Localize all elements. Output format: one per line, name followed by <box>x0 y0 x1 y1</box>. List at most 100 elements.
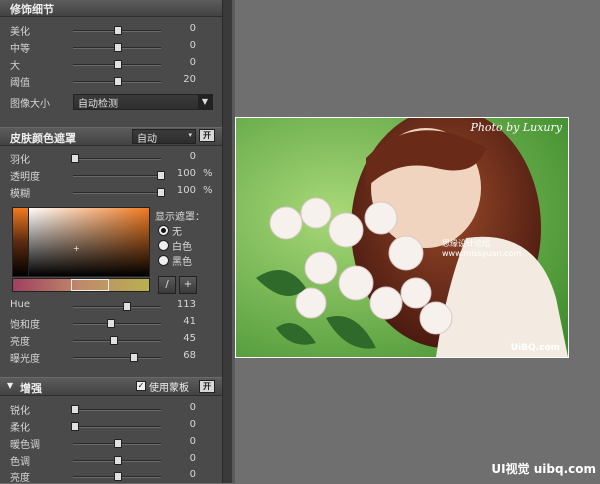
slider-thumb[interactable] <box>71 154 79 163</box>
slider-medium[interactable]: 中等 0 <box>0 39 222 55</box>
slider-brightness[interactable]: 亮度 0 <box>0 468 222 484</box>
eyedropper-icon[interactable]: / <box>158 276 176 294</box>
slider-track[interactable] <box>73 319 161 328</box>
mask-option-label: 无 <box>172 227 182 238</box>
image-size-dropdown[interactable]: 自动检测 ▼ <box>73 94 213 110</box>
slider-track[interactable] <box>73 188 165 197</box>
slider-value: 0 <box>189 151 196 162</box>
slider-blur[interactable]: 模糊 100 % <box>0 184 222 200</box>
slider-saturation[interactable]: 饱和度 41 <box>0 315 222 331</box>
slider-value: 0 <box>189 402 196 413</box>
slider-value: 0 <box>189 57 196 68</box>
slider-label: 曝光度 <box>10 354 40 365</box>
adjustment-panel: 修饰细节 美化 0 中等 0 大 0 阈值 20 图像大小 自动检测 ▼ 皮肤颜… <box>0 0 222 484</box>
slider-track[interactable] <box>73 353 161 362</box>
slider-label: 大 <box>10 61 20 72</box>
use-mask-checkbox[interactable]: ✓ <box>136 381 146 391</box>
slider-soften[interactable]: 柔化 0 <box>0 418 222 434</box>
use-mask-label: 使用蒙板 <box>149 383 189 394</box>
skin-mask-toggle[interactable]: 开 <box>199 129 215 142</box>
slider-label: 羽化 <box>10 155 30 166</box>
mask-radio-none[interactable] <box>158 225 169 236</box>
slider-value: 100 <box>176 185 196 196</box>
slider-thumb[interactable] <box>123 302 131 311</box>
portrait-image: Photo by Luxury 思缘设计论坛 www.missyuan.com … <box>236 118 568 357</box>
slider-thumb[interactable] <box>107 319 115 328</box>
slider-track[interactable] <box>71 154 161 163</box>
slider-track[interactable] <box>73 439 161 448</box>
color-picker-cursor[interactable]: + <box>73 244 80 253</box>
slider-thumb[interactable] <box>71 422 79 431</box>
chevron-down-icon: ▾ <box>188 131 192 139</box>
slider-track[interactable] <box>73 77 161 86</box>
color-field[interactable]: + <box>28 207 150 277</box>
slider-label: 亮度 <box>10 337 30 348</box>
slider-thumb[interactable] <box>114 456 122 465</box>
slider-track[interactable] <box>71 422 161 431</box>
display-mask-label: 显示遮罩： <box>155 212 205 223</box>
slider-track[interactable] <box>73 171 165 180</box>
slider-label: 阈值 <box>10 78 30 89</box>
slider-thumb[interactable] <box>71 405 79 414</box>
slider-thumb[interactable] <box>157 188 165 197</box>
slider-opacity[interactable]: 透明度 100 % <box>0 167 222 183</box>
slider-large[interactable]: 大 0 <box>0 56 222 72</box>
slider-track[interactable] <box>73 60 161 69</box>
slider-value: 113 <box>176 299 196 310</box>
slider-unit: % <box>203 185 213 196</box>
slider-track[interactable] <box>73 302 161 311</box>
slider-label: Hue <box>10 299 31 310</box>
slider-value: 0 <box>189 453 196 464</box>
slider-track[interactable] <box>71 405 161 414</box>
mask-radio-white[interactable] <box>158 240 169 251</box>
slider-label: 透明度 <box>10 172 40 183</box>
slider-sharpen[interactable]: 锐化 0 <box>0 401 222 417</box>
detail-section-title: 修饰细节 <box>10 3 54 16</box>
slider-track[interactable] <box>73 472 161 481</box>
mask-radio-black[interactable] <box>158 255 169 266</box>
slider-lightness[interactable]: 亮度 45 <box>0 332 222 348</box>
enhance-title: 增强 <box>20 382 42 395</box>
slider-value: 41 <box>183 316 196 327</box>
collapse-triangle-icon[interactable]: ▼ <box>7 381 13 390</box>
slider-hue[interactable]: Hue 113 <box>0 298 222 314</box>
slider-value: 20 <box>183 74 196 85</box>
slider-thumb[interactable] <box>114 26 122 35</box>
image-size-value: 自动检测 <box>78 99 118 110</box>
slider-label: 柔化 <box>10 423 30 434</box>
slider-thumb[interactable] <box>157 171 165 180</box>
slider-label: 亮度 <box>10 473 30 484</box>
eyedropper-add-icon[interactable]: + <box>179 276 197 294</box>
mask-option-label: 白色 <box>172 242 192 253</box>
slider-tint[interactable]: 色调 0 <box>0 452 222 468</box>
slider-track[interactable] <box>73 26 161 35</box>
slider-warmth[interactable]: 暖色调 0 <box>0 435 222 451</box>
slider-track[interactable] <box>73 336 161 345</box>
slider-threshold[interactable]: 阈值 20 <box>0 73 222 89</box>
slider-thumb[interactable] <box>110 336 118 345</box>
slider-thumb[interactable] <box>114 472 122 481</box>
slider-track[interactable] <box>73 43 161 52</box>
hue-strip[interactable] <box>12 207 29 277</box>
slider-value: 0 <box>189 436 196 447</box>
color-range-selector[interactable] <box>71 279 109 291</box>
detail-section-header[interactable]: 修饰细节 <box>0 0 222 17</box>
slider-thumb[interactable] <box>114 60 122 69</box>
slider-thumb[interactable] <box>130 353 138 362</box>
enhance-toggle[interactable]: 开 <box>199 380 215 393</box>
slider-unit: % <box>203 168 213 179</box>
photo-watermark-bottom: UiBQ.com <box>510 343 560 353</box>
skin-mode-dropdown[interactable]: 自动 ▾ <box>132 129 196 145</box>
slider-thumb[interactable] <box>114 77 122 86</box>
slider-label: 美化 <box>10 27 30 38</box>
image-size-label: 图像大小 <box>10 99 50 110</box>
slider-beautify[interactable]: 美化 0 <box>0 22 222 38</box>
chevron-down-icon[interactable]: ▼ <box>198 95 212 109</box>
slider-label: 模糊 <box>10 189 30 200</box>
slider-track[interactable] <box>73 456 161 465</box>
color-range-bar[interactable] <box>12 278 150 292</box>
slider-exposure[interactable]: 曝光度 68 <box>0 349 222 365</box>
slider-feather[interactable]: 羽化 0 <box>0 150 222 166</box>
slider-thumb[interactable] <box>114 43 122 52</box>
slider-thumb[interactable] <box>114 439 122 448</box>
